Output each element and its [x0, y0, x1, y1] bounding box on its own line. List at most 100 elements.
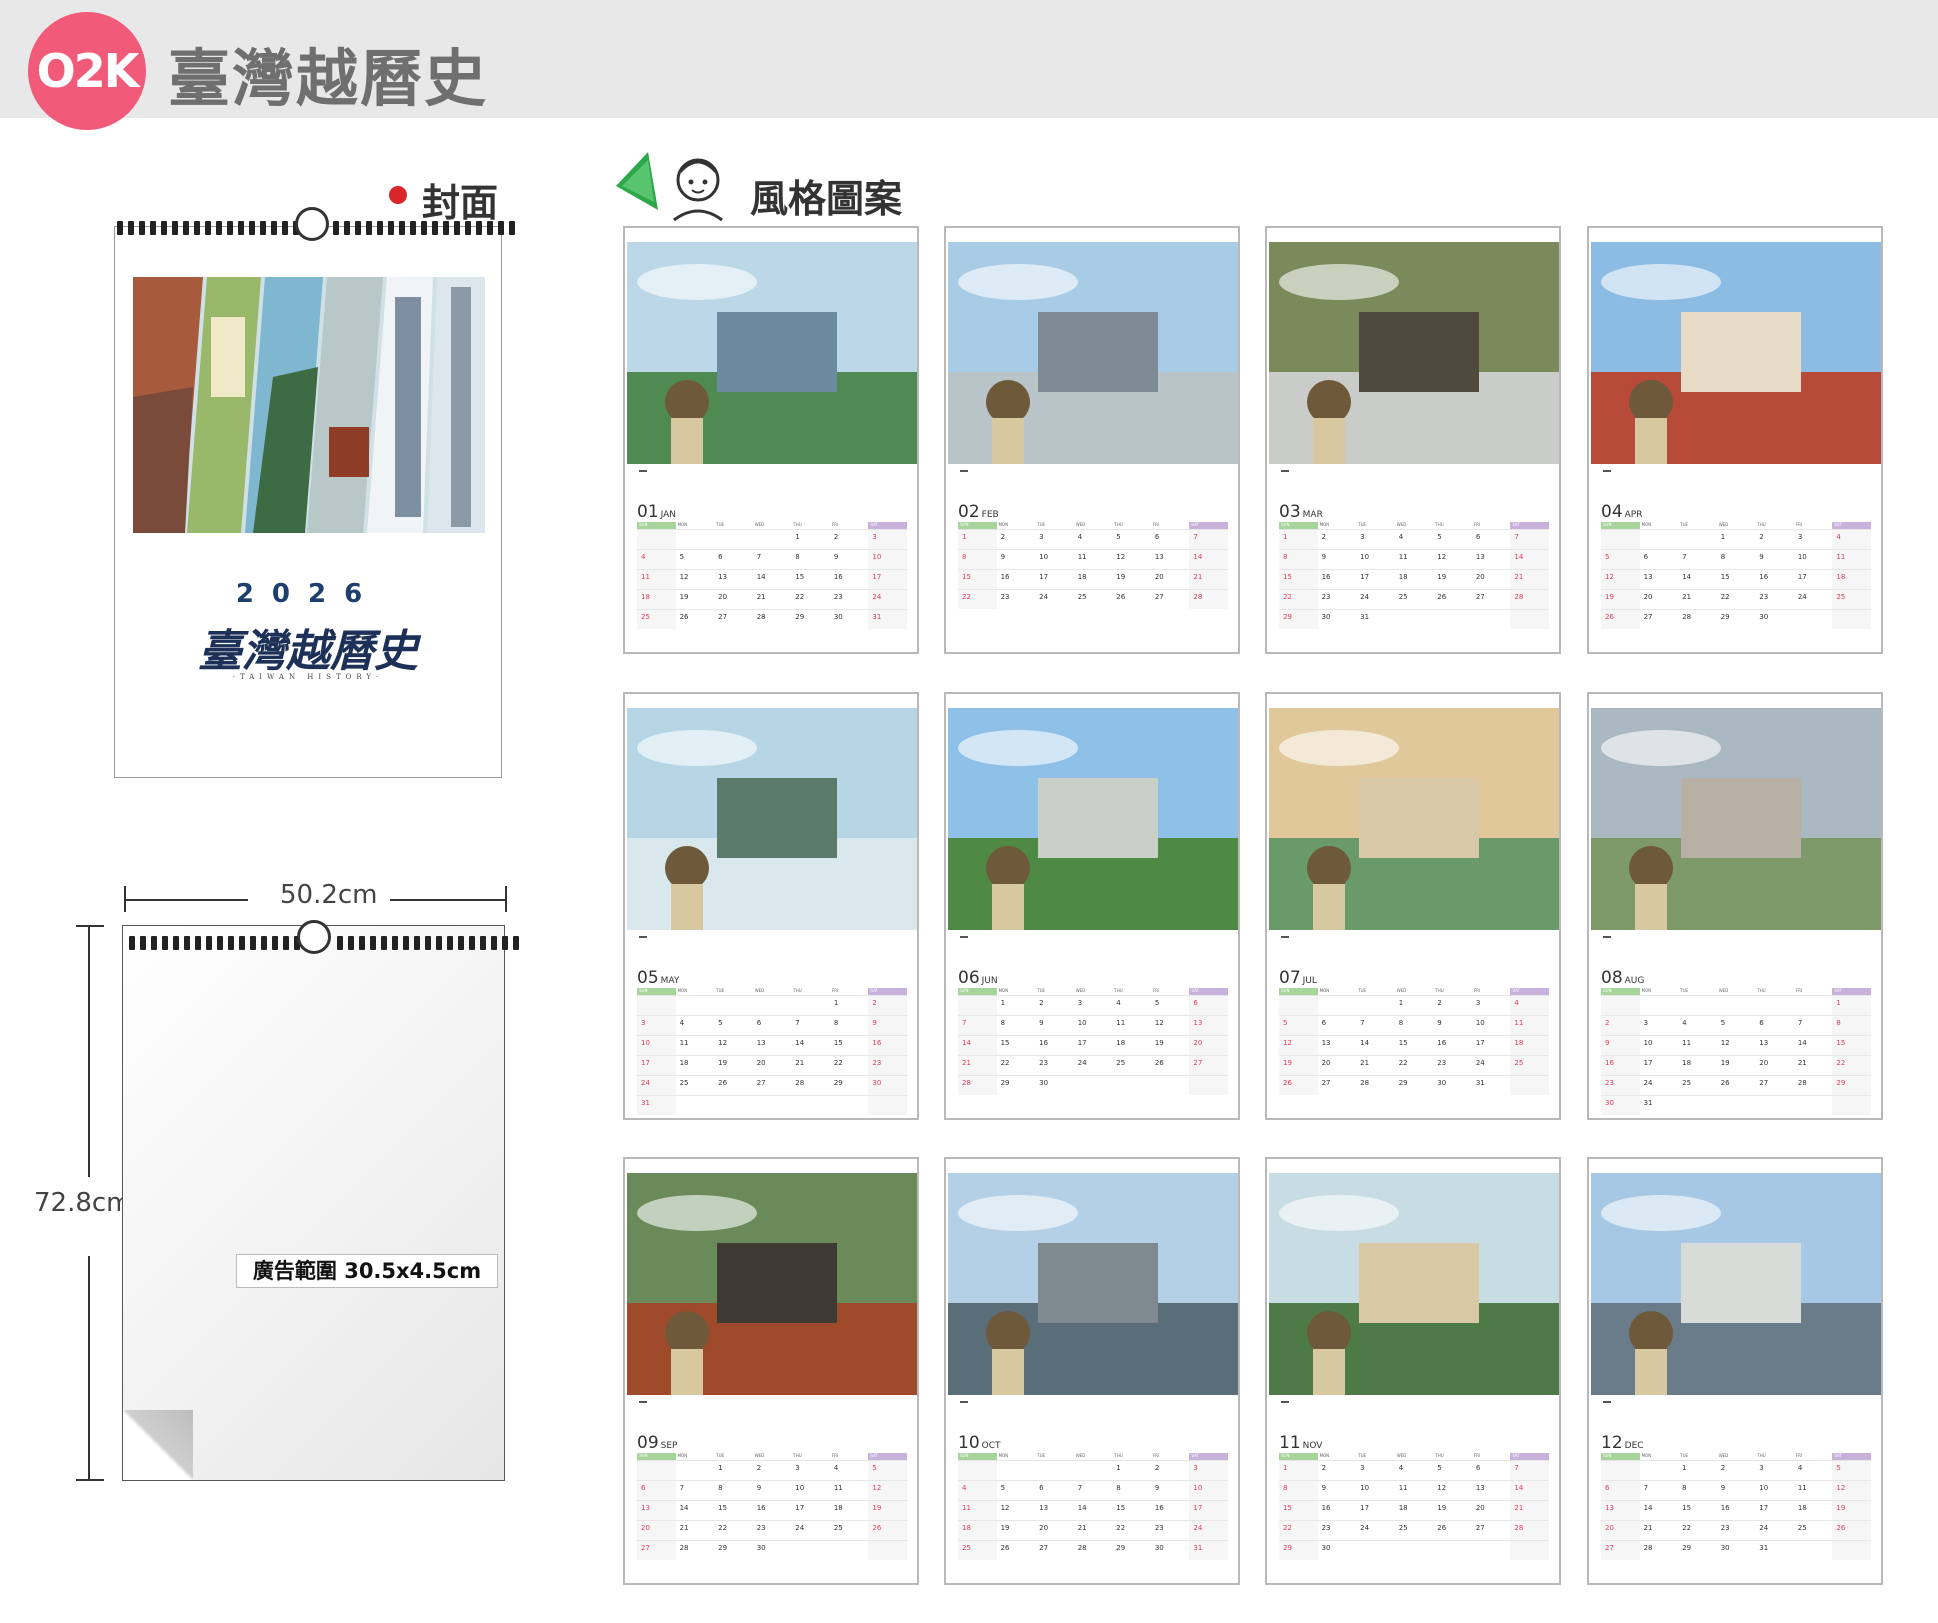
day-cells: 1 2 3 4 5 6 7 8 9 10 11 12 13 14 15 16 17 18 19 20 21 22 23 24 2… — [1601, 995, 1871, 1115]
day-cell: 25 — [958, 1540, 997, 1560]
day-cell: 8 — [829, 1015, 869, 1035]
day-cell: 4 — [1793, 1460, 1833, 1480]
month-calendar-grid: SUN MON TUE WED THU FRI SAT 1 2 3 4 5 6 7 8 9 10 11 12 13 14… — [1601, 988, 1871, 1115]
day-cell: 30 — [1755, 609, 1794, 629]
day-cell: 19 — [1279, 1055, 1318, 1075]
day-cell: 7 — [1510, 1460, 1549, 1480]
day-cell — [1433, 609, 1472, 629]
day-cell: 28 — [958, 1075, 997, 1095]
day-cell: 6 — [1189, 995, 1228, 1015]
day-cell: 9 — [1317, 549, 1357, 569]
weekday-label: FRI — [1152, 522, 1160, 527]
day-cell: 1 — [1832, 995, 1871, 1015]
day-cell: 2 — [1433, 995, 1472, 1015]
day-cell: 24 — [1793, 589, 1833, 609]
day-cell: 20 — [1150, 569, 1190, 589]
red-dot-icon — [389, 186, 407, 204]
month-calendar-grid: SUN MON TUE WED THU FRI SAT 1 2 3 4 5 6 7 8 9 10 11 12 13 14… — [637, 522, 907, 629]
day-cell: 25 — [675, 1075, 715, 1095]
day-cell: 11 — [829, 1480, 869, 1500]
day-cell: 2 — [752, 1460, 792, 1480]
month-illustration — [627, 708, 917, 930]
day-cell: 13 — [1317, 1035, 1357, 1055]
month-number: 10 OCT — [958, 1433, 1001, 1453]
day-cell: 4 — [1678, 1015, 1717, 1035]
weekday-label: SAT — [1832, 988, 1871, 995]
day-cell: 11 — [675, 1035, 715, 1055]
month-calendar-grid: SUN MON TUE WED THU FRI SAT 1 2 3 4 5 6 7 8 9 10 11 12 13 14… — [1601, 1453, 1871, 1560]
month-illustration — [627, 1173, 917, 1395]
month-number-text: 11 — [1279, 1433, 1301, 1453]
cover-title: 臺灣越曆史 — [198, 626, 418, 677]
month-card: 04 APR SUN MON TUE WED THU FRI SAT 1 2 3 4 5 6 7 8 9 10 11 1… — [1587, 226, 1883, 654]
cover-subtitle: ·TAIWAN HISTORY· — [232, 673, 384, 681]
weekday-label: MON — [677, 522, 688, 527]
month-illustration — [1591, 708, 1881, 930]
day-cell: 12 — [1112, 549, 1151, 569]
day-cell: 18 — [675, 1055, 715, 1075]
day-cell: 10 — [868, 549, 907, 569]
day-cell: 4 — [1073, 529, 1113, 549]
illustration-caption — [1603, 470, 1611, 472]
weekday-label: SAT — [1832, 522, 1871, 529]
month-number-text: 12 — [1601, 1433, 1623, 1453]
day-cell: 15 — [1112, 1500, 1151, 1520]
day-cell: 11 — [1394, 1480, 1434, 1500]
day-cell: 21 — [791, 1055, 830, 1075]
day-cell: 28 — [1678, 609, 1717, 629]
day-cell: 10 — [791, 1480, 830, 1500]
month-calendar-grid: SUN MON TUE WED THU FRI SAT 1 2 3 4 5 6 7 8 9 10 11 12 13 14… — [1279, 1453, 1549, 1560]
weekday-label: WED — [754, 1453, 765, 1458]
day-cell: 9 — [1035, 1015, 1074, 1035]
day-cell — [752, 995, 792, 1015]
weekday-label: SAT — [1189, 1453, 1228, 1460]
day-cell: 12 — [1832, 1480, 1871, 1500]
day-cell: 28 — [1510, 1520, 1549, 1540]
day-cell: 26 — [996, 1540, 1036, 1560]
day-cell: 10 — [1471, 1015, 1511, 1035]
day-cell: 3 — [1073, 995, 1113, 1015]
weekday-label: TUE — [1680, 1453, 1689, 1458]
weekday-label: SAT — [1510, 1453, 1549, 1460]
day-cell: 29 — [791, 609, 830, 629]
day-cell: 16 — [1716, 1500, 1756, 1520]
day-cell — [1793, 1095, 1833, 1115]
day-cell: 12 — [1601, 569, 1640, 589]
day-cell: 16 — [1317, 1500, 1357, 1520]
day-cell: 5 — [1433, 1460, 1472, 1480]
weekday-label: SUN — [958, 988, 997, 995]
month-number: 09 SEP — [637, 1433, 677, 1453]
weekday-label: SUN — [637, 522, 676, 529]
day-cell — [1356, 995, 1395, 1015]
day-cell: 13 — [1150, 549, 1190, 569]
day-cell — [791, 995, 830, 1015]
day-cell: 30 — [1035, 1075, 1074, 1095]
day-cell: 17 — [1471, 1035, 1511, 1055]
weekday-label: SAT — [868, 1453, 907, 1460]
day-cell: 15 — [1394, 1035, 1434, 1055]
day-cells: 1 2 3 4 5 6 7 8 9 10 11 12 13 14 15 16 17 18 19 20 21 22 23 24 2… — [1601, 1460, 1871, 1560]
day-cell: 22 — [1678, 1520, 1717, 1540]
day-cell: 16 — [1433, 1035, 1472, 1055]
month-calendar-grid: SUN MON TUE WED THU FRI SAT 1 2 3 4 5 6 7 8 9 10 11 12 13 14… — [958, 522, 1228, 609]
month-calendar-grid: SUN MON TUE WED THU FRI SAT 1 2 3 4 5 6 7 8 9 10 11 12 13 14… — [958, 1453, 1228, 1560]
day-cell: 30 — [1601, 1095, 1640, 1115]
weekday-label: THU — [1757, 1453, 1766, 1458]
day-cells: 1 2 3 4 5 6 7 8 9 10 11 12 13 14 15 16 17 18 19 20 21 22 23 24 2… — [958, 529, 1228, 609]
day-cell: 3 — [1793, 529, 1833, 549]
day-cell — [1035, 1460, 1074, 1480]
weekday-label: SAT — [1510, 522, 1549, 529]
day-cell — [637, 1460, 676, 1480]
weekday-header: SUN MON TUE WED THU FRI SAT — [1279, 988, 1549, 995]
day-cell — [1639, 529, 1679, 549]
day-cell: 12 — [996, 1500, 1036, 1520]
day-cell: 15 — [1678, 1500, 1717, 1520]
day-cell: 21 — [1510, 1500, 1549, 1520]
day-cell — [1832, 609, 1871, 629]
weekday-label: SAT — [868, 522, 907, 529]
month-abbr: JAN — [660, 510, 677, 520]
day-cell: 31 — [868, 609, 907, 629]
day-cell: 11 — [1112, 1015, 1151, 1035]
day-cell: 7 — [1510, 529, 1549, 549]
day-cell — [1678, 529, 1717, 549]
